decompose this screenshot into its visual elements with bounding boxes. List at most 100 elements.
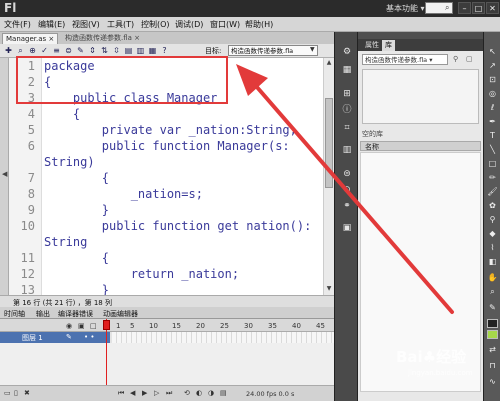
eye-icon[interactable]: ◉ bbox=[66, 322, 72, 330]
components-panel-icon[interactable]: ▥ bbox=[341, 144, 353, 156]
text-tool-icon[interactable]: T bbox=[487, 130, 498, 141]
editor-vertical-scrollbar[interactable]: ▲ ▼ bbox=[323, 58, 334, 295]
onion-outline-icon[interactable]: ◑ bbox=[208, 389, 214, 397]
line-tool-icon[interactable]: ╲ bbox=[487, 144, 498, 155]
expand-all-icon[interactable]: ⇳ bbox=[112, 46, 121, 55]
tab-compiler-errors[interactable]: 编译器错误 bbox=[58, 309, 93, 319]
menu-window[interactable]: 窗口(W) bbox=[210, 19, 240, 30]
frame-tick: 10 bbox=[149, 322, 158, 330]
onion-skin-icon[interactable]: ◐ bbox=[196, 389, 202, 397]
code-hint-icon[interactable]: ⊜ bbox=[64, 46, 73, 55]
fill-color-swatch[interactable] bbox=[487, 330, 498, 339]
stroke-color-swatch[interactable] bbox=[487, 319, 498, 328]
menu-debug[interactable]: 调试(D) bbox=[175, 19, 203, 30]
apply-block-comment-icon[interactable]: ▤ bbox=[124, 46, 133, 55]
outline-icon[interactable]: □ bbox=[90, 322, 97, 330]
layer-visibility-dots-icon[interactable]: • • bbox=[84, 333, 94, 341]
frame-cells[interactable] bbox=[112, 332, 334, 343]
tab-output[interactable]: 输出 bbox=[36, 309, 50, 319]
transform-panel-icon[interactable]: ⌗ bbox=[341, 122, 353, 134]
find-icon[interactable]: ⌕ bbox=[16, 46, 25, 55]
lock-icon[interactable]: ▣ bbox=[78, 322, 85, 330]
close-button[interactable]: ✕ bbox=[486, 2, 499, 14]
search-icon[interactable]: ⌕ bbox=[445, 3, 449, 13]
auto-format-icon[interactable]: ≡ bbox=[52, 46, 61, 55]
play-icon[interactable]: ▶ bbox=[142, 389, 147, 397]
scroll-down-arrow-icon[interactable]: ▼ bbox=[325, 285, 333, 293]
scroll-up-arrow-icon[interactable]: ▲ bbox=[325, 59, 333, 67]
eraser-tool-icon[interactable]: ◧ bbox=[487, 256, 498, 267]
pencil-tool-icon[interactable]: ✏ bbox=[487, 172, 498, 183]
new-layer-icon[interactable]: ▭ bbox=[4, 389, 11, 397]
edit-multiple-frames-icon[interactable]: ▤ bbox=[220, 389, 227, 397]
code-line: } bbox=[44, 203, 110, 217]
debug-options-icon[interactable]: ✎ bbox=[76, 46, 85, 55]
color-panel-icon[interactable]: ⚙ bbox=[341, 46, 353, 58]
go-to-last-frame-icon[interactable]: ⏭ bbox=[166, 389, 172, 398]
deco-tool-icon[interactable]: ✿ bbox=[487, 200, 498, 211]
rectangle-tool-icon[interactable]: □ bbox=[487, 158, 498, 169]
tab-timeline[interactable]: 时间轴 bbox=[4, 309, 25, 319]
history-panel-icon[interactable]: ▣ bbox=[341, 222, 353, 234]
collapse-panel-arrow-icon[interactable]: ◀ bbox=[2, 170, 7, 178]
collapse-selection-icon[interactable]: ⇅ bbox=[100, 46, 109, 55]
tab-manager-as[interactable]: Manager.as × bbox=[2, 33, 59, 44]
tab-motion-editor[interactable]: 动画编辑器 bbox=[103, 309, 138, 319]
bone-tool-icon[interactable]: ⚲ bbox=[487, 214, 498, 225]
loop-icon[interactable]: ⟲ bbox=[184, 389, 190, 397]
3d-rotation-tool-icon[interactable]: ◎ bbox=[487, 88, 498, 99]
menu-file[interactable]: 文件(F) bbox=[4, 19, 31, 30]
maximize-button[interactable]: □ bbox=[472, 2, 485, 14]
layer-row-selected[interactable]: 图层 1 ✎ • • bbox=[0, 332, 110, 343]
target-select[interactable]: 构造函数传递参数.fla bbox=[228, 45, 318, 56]
help-icon[interactable]: ? bbox=[160, 46, 169, 55]
lasso-tool-icon[interactable]: ℓ bbox=[487, 102, 498, 113]
new-library-panel-icon[interactable]: ▢ bbox=[466, 55, 473, 63]
remove-comment-icon[interactable]: ▦ bbox=[148, 46, 157, 55]
code-snippets-icon[interactable]: ⊙ bbox=[341, 184, 353, 196]
swatches-panel-icon[interactable]: ▦ bbox=[341, 64, 353, 76]
tab-library[interactable]: 库 bbox=[382, 40, 395, 51]
library-document-select[interactable]: 构造函数传递参数.fla ▾ bbox=[362, 54, 448, 65]
playhead-handle[interactable] bbox=[103, 320, 110, 330]
workspace-switcher[interactable]: 基本功能 ▾ bbox=[386, 3, 425, 14]
minimize-button[interactable]: – bbox=[458, 2, 471, 14]
stroke-color-pencil-icon[interactable]: ✎ bbox=[487, 302, 498, 313]
insert-target-path-icon[interactable]: ⊕ bbox=[28, 46, 37, 55]
project-panel-icon[interactable]: ⚭ bbox=[341, 200, 353, 212]
selection-tool-icon[interactable]: ↖ bbox=[487, 46, 498, 57]
menu-control[interactable]: 控制(O) bbox=[141, 19, 170, 30]
zoom-tool-icon[interactable]: ⌕ bbox=[487, 286, 498, 297]
name-column-header[interactable]: 名称 bbox=[365, 142, 379, 152]
apply-line-comment-icon[interactable]: ▥ bbox=[136, 46, 145, 55]
scrollbar-thumb[interactable] bbox=[325, 98, 333, 188]
menu-view[interactable]: 视图(V) bbox=[72, 19, 100, 30]
pen-tool-icon[interactable]: ✒ bbox=[487, 116, 498, 127]
free-transform-tool-icon[interactable]: ⊡ bbox=[487, 74, 498, 85]
menu-edit[interactable]: 编辑(E) bbox=[38, 19, 65, 30]
brush-tool-icon[interactable]: 🖌 bbox=[487, 186, 498, 197]
paint-bucket-tool-icon[interactable]: ◆ bbox=[487, 228, 498, 239]
motion-presets-icon[interactable]: ⊜ bbox=[341, 168, 353, 180]
menu-help[interactable]: 帮助(H) bbox=[245, 19, 273, 30]
layer-name[interactable]: 图层 1 bbox=[22, 333, 43, 343]
step-forward-icon[interactable]: ▷ bbox=[154, 389, 159, 397]
go-to-first-frame-icon[interactable]: ⏮ bbox=[118, 389, 124, 398]
info-panel-icon[interactable]: ⓘ bbox=[341, 104, 353, 116]
chevron-down-icon[interactable]: ▼ bbox=[310, 46, 315, 53]
step-back-icon[interactable]: ◀ bbox=[130, 389, 135, 397]
code-editor[interactable]: ◀ 1 package 2 { 3 public class Manager 4… bbox=[0, 56, 334, 297]
align-panel-icon[interactable]: ⊞ bbox=[341, 88, 353, 100]
collapse-between-icon[interactable]: ⇕ bbox=[88, 46, 97, 55]
hand-tool-icon[interactable]: ✋ bbox=[487, 272, 498, 283]
new-folder-icon[interactable]: ▯ bbox=[14, 389, 18, 397]
pin-library-icon[interactable]: ⚲ bbox=[453, 55, 458, 63]
check-syntax-icon[interactable]: ✓ bbox=[40, 46, 49, 55]
menu-tools[interactable]: 工具(T) bbox=[107, 19, 134, 30]
eyedropper-tool-icon[interactable]: ⌇ bbox=[487, 242, 498, 253]
delete-layer-icon[interactable]: ✖ bbox=[24, 389, 30, 397]
tab-properties[interactable]: 属性 bbox=[362, 40, 382, 51]
subselection-tool-icon[interactable]: ↗ bbox=[487, 60, 498, 71]
tab-fla-document[interactable]: 构造函数传递参数.fla × bbox=[62, 33, 143, 44]
add-script-item-icon[interactable]: ✚ bbox=[4, 46, 13, 55]
